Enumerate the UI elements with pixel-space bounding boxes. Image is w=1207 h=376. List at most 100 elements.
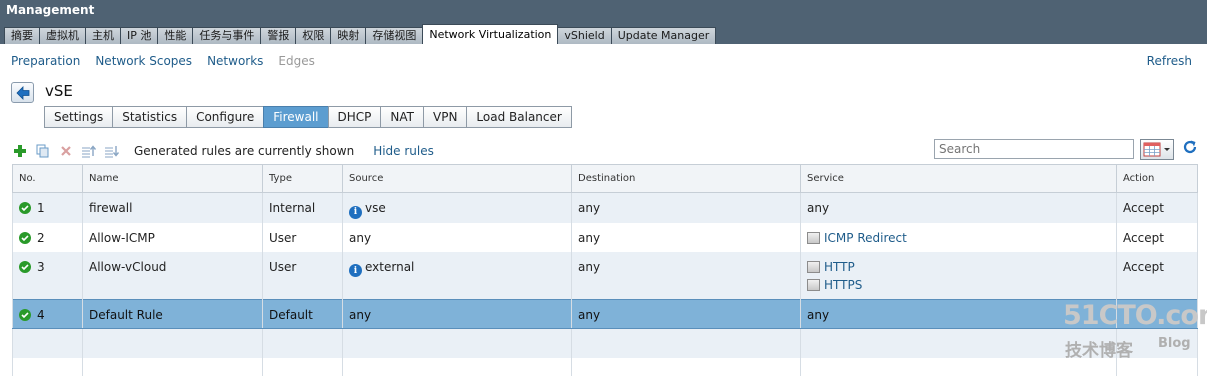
- nav-preparation[interactable]: Preparation: [11, 54, 80, 68]
- cell-source: i external: [342, 251, 572, 300]
- add-icon: [14, 145, 26, 157]
- cell-service: HTTP HTTPS: [800, 251, 1117, 300]
- table-row[interactable]: 3 Allow-vCloud User i external any HTTP H…: [12, 251, 1198, 300]
- rule-number: 3: [37, 259, 45, 274]
- enabled-check-icon[interactable]: [19, 202, 31, 214]
- tab-ip-pools[interactable]: IP 池: [120, 27, 159, 44]
- edge-tabs: Settings Statistics Configure Firewall D…: [44, 106, 572, 128]
- add-rule-button[interactable]: [12, 143, 28, 159]
- column-header-action[interactable]: Action: [1116, 164, 1198, 193]
- edge-tab-vpn[interactable]: VPN: [423, 106, 468, 128]
- cell-name: Default Rule: [82, 299, 263, 329]
- column-header-service[interactable]: Service: [800, 164, 1117, 193]
- cell-action: [1116, 299, 1198, 329]
- nav-edges: Edges: [278, 54, 315, 68]
- info-icon[interactable]: i: [349, 264, 362, 277]
- hide-rules-link[interactable]: Hide rules: [373, 144, 434, 158]
- tab-update-manager[interactable]: Update Manager: [610, 27, 717, 44]
- back-arrow-icon: [16, 86, 30, 100]
- column-header-type[interactable]: Type: [262, 164, 343, 193]
- refresh-link[interactable]: Refresh: [1147, 54, 1192, 68]
- network-virtualization-nav: Preparation Network Scopes Networks Edge…: [11, 54, 315, 68]
- edge-tab-dhcp[interactable]: DHCP: [327, 106, 382, 128]
- cell-source: any: [342, 299, 572, 329]
- tab-alarms[interactable]: 警报: [260, 27, 297, 44]
- table-columns-icon: [1143, 142, 1170, 157]
- delete-icon: [61, 146, 71, 156]
- main-tabs: 摘要 虚拟机 主机 IP 池 性能 任务与事件 警报 权限 映射 存储视图 Ne…: [4, 24, 717, 44]
- service-link[interactable]: HTTP: [807, 260, 1116, 274]
- search-input[interactable]: [934, 139, 1134, 159]
- service-link[interactable]: ICMP Redirect: [807, 231, 1116, 245]
- cell-destination: any: [571, 222, 801, 252]
- edge-tab-load-balancer[interactable]: Load Balancer: [466, 106, 572, 128]
- rule-number: 1: [37, 201, 45, 215]
- refresh-icon: [1183, 140, 1197, 154]
- cell-action: Accept: [1116, 222, 1198, 252]
- cell-type: User: [262, 222, 343, 252]
- edge-tab-statistics[interactable]: Statistics: [112, 106, 188, 128]
- window-title: Management: [6, 3, 95, 17]
- column-header-source[interactable]: Source: [342, 164, 572, 193]
- column-header-destination[interactable]: Destination: [571, 164, 801, 193]
- service-icon: [807, 260, 820, 273]
- move-down-icon: [105, 146, 120, 158]
- cell-name: firewall: [82, 192, 263, 223]
- edge-tab-configure[interactable]: Configure: [186, 106, 265, 128]
- cell-destination: any: [571, 251, 801, 300]
- edge-tab-firewall[interactable]: Firewall: [263, 106, 329, 128]
- window-header: Management 摘要 虚拟机 主机 IP 池 性能 任务与事件 警报 权限…: [0, 0, 1207, 44]
- service-label: HTTP: [824, 259, 855, 274]
- source-value: vse: [365, 201, 386, 215]
- cell-type: Default: [262, 299, 343, 329]
- cell-source: i vse: [342, 192, 572, 223]
- tab-storage-views[interactable]: 存储视图: [365, 27, 424, 44]
- table-row[interactable]: 1 firewall Internal i vse any any Accept: [12, 192, 1198, 223]
- move-up-button[interactable]: [81, 143, 97, 159]
- table-row-selected[interactable]: 4 Default Rule Default any any any: [12, 299, 1198, 329]
- enabled-check-icon[interactable]: [19, 309, 31, 321]
- info-icon[interactable]: i: [349, 205, 362, 219]
- nav-network-scopes[interactable]: Network Scopes: [95, 54, 192, 68]
- tab-virtual-machines[interactable]: 虚拟机: [39, 27, 86, 44]
- cell-destination: any: [571, 299, 801, 329]
- tab-hosts[interactable]: 主机: [85, 27, 121, 44]
- cell-type: User: [262, 251, 343, 300]
- edge-tab-nat[interactable]: NAT: [380, 106, 424, 128]
- cell-no: 2: [12, 222, 83, 252]
- tab-maps[interactable]: 映射: [330, 27, 367, 44]
- enabled-check-icon[interactable]: [19, 260, 31, 273]
- tab-network-virtualization[interactable]: Network Virtualization: [422, 24, 559, 44]
- column-header-name[interactable]: Name: [82, 164, 263, 193]
- firewall-toolbar: Generated rules are currently shown Hide…: [12, 141, 434, 161]
- column-header-no[interactable]: No.: [12, 164, 83, 193]
- firewall-rules-table: No. Name Type Source Destination Service…: [12, 164, 1198, 376]
- tab-performance[interactable]: 性能: [157, 27, 194, 44]
- copy-rule-button[interactable]: [35, 143, 51, 159]
- cell-no: 1: [12, 192, 83, 223]
- move-down-button[interactable]: [104, 143, 120, 159]
- delete-rule-button[interactable]: [58, 143, 74, 159]
- cell-no: 4: [12, 299, 83, 329]
- column-picker-button[interactable]: [1140, 139, 1174, 160]
- empty-row: [12, 328, 1198, 358]
- cell-destination: any: [571, 192, 801, 223]
- source-value: external: [365, 259, 415, 274]
- table-row[interactable]: 2 Allow-ICMP User any any ICMP Redirect …: [12, 222, 1198, 252]
- service-icon: [807, 231, 820, 244]
- service-icon: [807, 278, 820, 291]
- edge-tab-settings[interactable]: Settings: [44, 106, 114, 128]
- nav-networks[interactable]: Networks: [207, 54, 263, 68]
- cell-source: any: [342, 222, 572, 252]
- back-button[interactable]: [11, 82, 34, 103]
- service-label: HTTPS: [824, 277, 863, 292]
- tab-summary[interactable]: 摘要: [4, 27, 40, 44]
- tab-vshield[interactable]: vShield: [557, 27, 612, 44]
- tab-permissions[interactable]: 权限: [295, 27, 332, 44]
- refresh-table-button[interactable]: [1181, 138, 1199, 156]
- move-up-icon: [82, 145, 97, 158]
- enabled-check-icon[interactable]: [19, 231, 31, 244]
- tab-tasks-events[interactable]: 任务与事件: [192, 27, 262, 44]
- service-link[interactable]: HTTPS: [807, 278, 1116, 292]
- empty-row: [12, 357, 1198, 376]
